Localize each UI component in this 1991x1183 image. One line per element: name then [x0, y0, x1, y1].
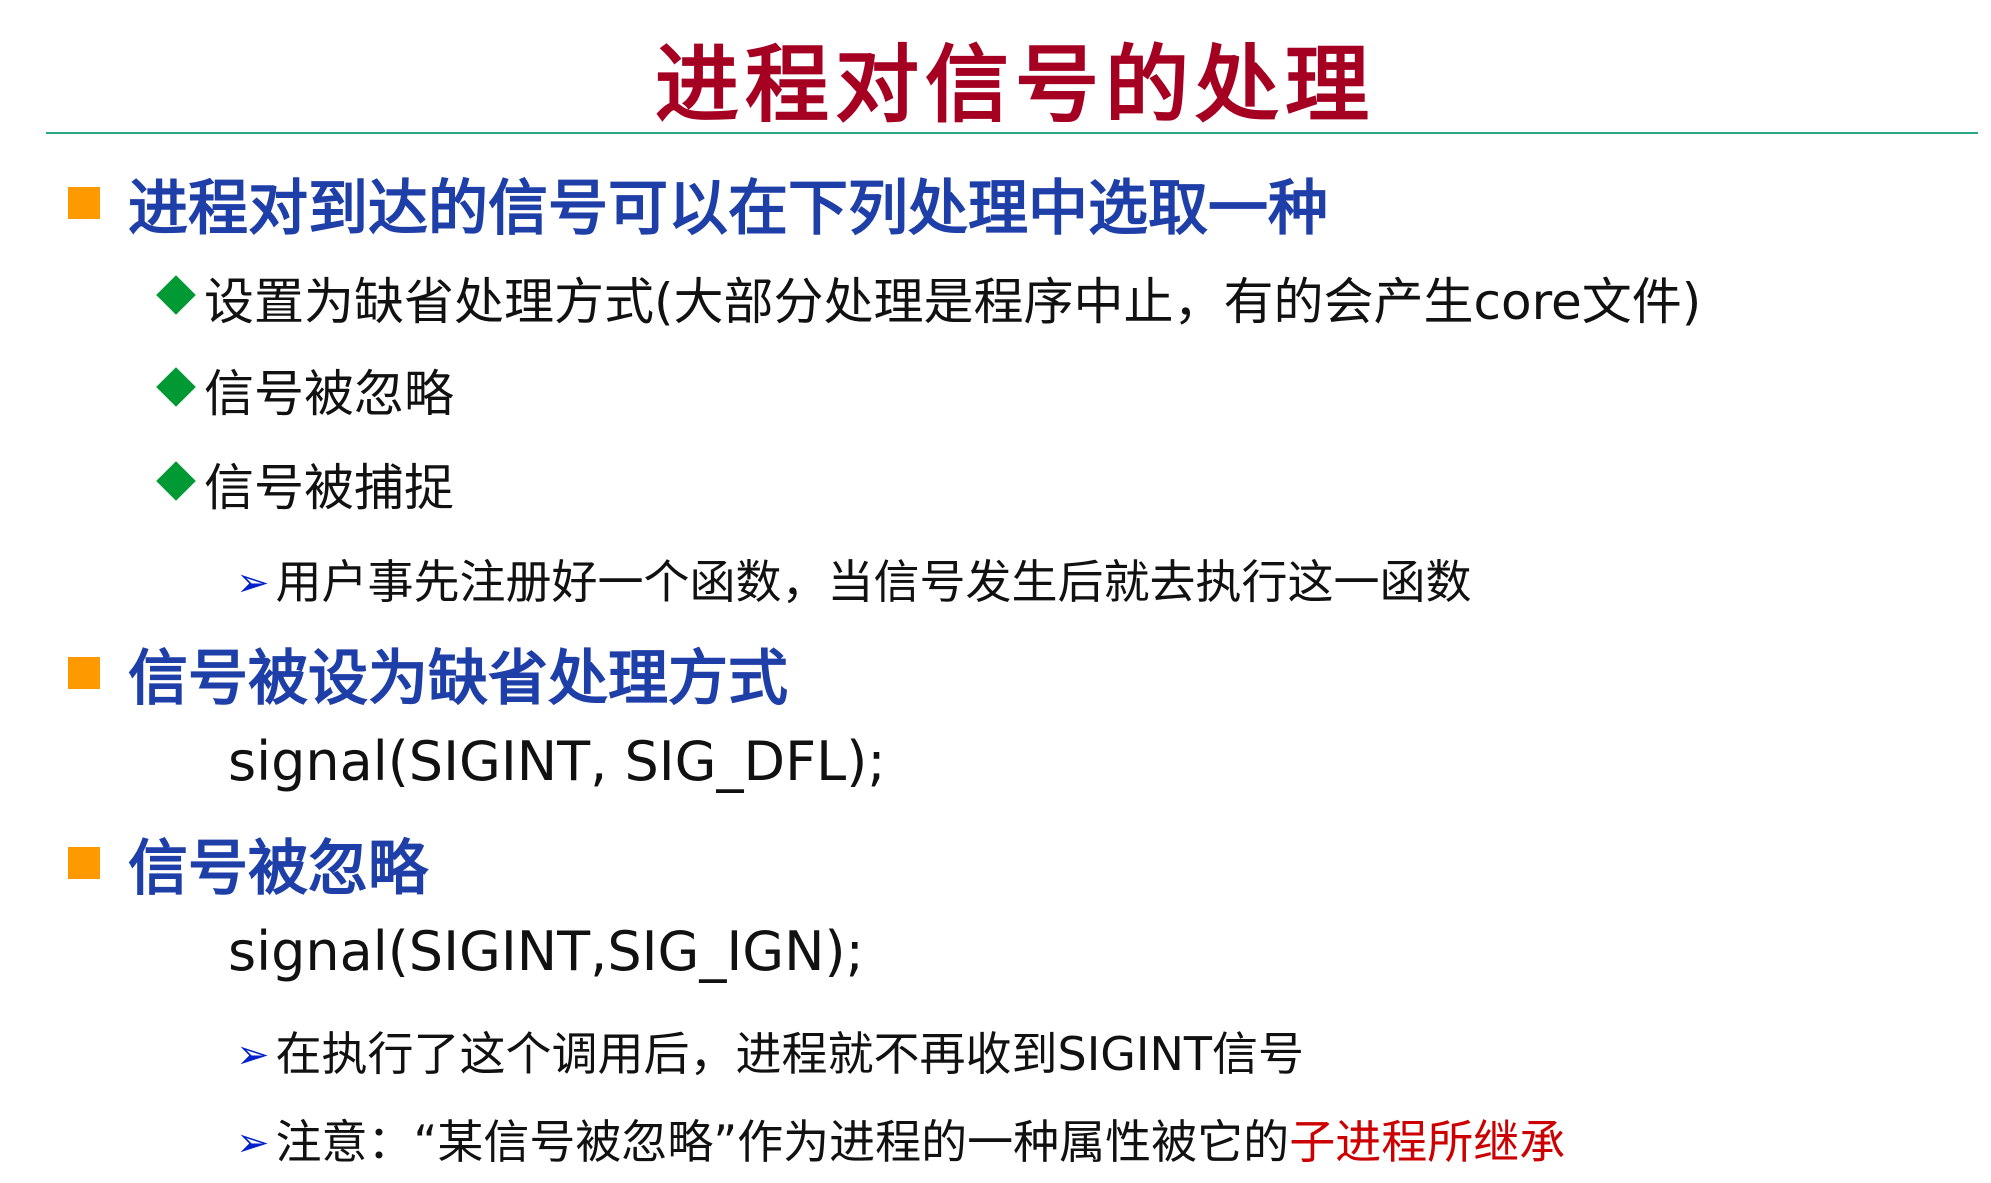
- list-item: 设置为缺省处理方式(大部分处理是程序中止，有的会产生core文件): [150, 262, 1701, 334]
- code-line: signal(SIGINT, SIG_DFL);: [228, 730, 886, 793]
- diamond-bullet-icon: [156, 275, 196, 315]
- sub-item-text: 注意：“某信号被忽略”作为进程的一种属性被它的: [275, 1115, 1290, 1169]
- arrow-bullet-icon: ➢: [236, 1032, 270, 1078]
- code-line: signal(SIGINT,SIG_IGN);: [228, 920, 864, 983]
- item-text: 设置为缺省处理方式(大部分处理是程序中止，有的会产生core文件): [204, 273, 1702, 331]
- sub-item-text: 用户事先注册好一个函数，当信号发生后就去执行这一函数: [275, 555, 1472, 609]
- item-text: 信号被捕捉: [204, 459, 454, 517]
- section-heading: 信号被忽略: [68, 820, 428, 907]
- sub-list-item: ➢ 注意：“某信号被忽略”作为进程的一种属性被它的子进程所继承: [236, 1106, 1565, 1172]
- slide-title: 进程对信号的处理: [654, 35, 1375, 134]
- sub-list-item: ➢ 用户事先注册好一个函数，当信号发生后就去执行这一函数: [236, 546, 1472, 612]
- sub-item-text: 在执行了这个调用后，进程就不再收到SIGINT信号: [275, 1027, 1305, 1081]
- list-item: 信号被忽略: [150, 354, 454, 426]
- section-heading: 进程对到达的信号可以在下列处理中选取一种: [68, 160, 1328, 247]
- heading-text: 信号被设为缺省处理方式: [128, 644, 788, 714]
- highlighted-text: 子进程所继承: [1289, 1115, 1566, 1169]
- square-bullet-icon: [68, 657, 100, 689]
- arrow-bullet-icon: ➢: [236, 560, 270, 606]
- title-divider: [46, 132, 1978, 134]
- heading-text: 进程对到达的信号可以在下列处理中选取一种: [128, 174, 1328, 244]
- section-heading: 信号被设为缺省处理方式: [68, 630, 788, 717]
- square-bullet-icon: [68, 847, 100, 879]
- slide: 进程对信号的处理 进程对到达的信号可以在下列处理中选取一种 设置为缺省处理方式(…: [0, 0, 1991, 1183]
- diamond-bullet-icon: [156, 367, 196, 407]
- list-item: 信号被捕捉: [150, 448, 454, 520]
- sub-list-item: ➢ 在执行了这个调用后，进程就不再收到SIGINT信号: [236, 1018, 1304, 1084]
- square-bullet-icon: [68, 187, 100, 219]
- item-text: 信号被忽略: [204, 365, 454, 423]
- diamond-bullet-icon: [156, 461, 196, 501]
- heading-text: 信号被忽略: [128, 834, 428, 904]
- arrow-bullet-icon: ➢: [236, 1120, 270, 1166]
